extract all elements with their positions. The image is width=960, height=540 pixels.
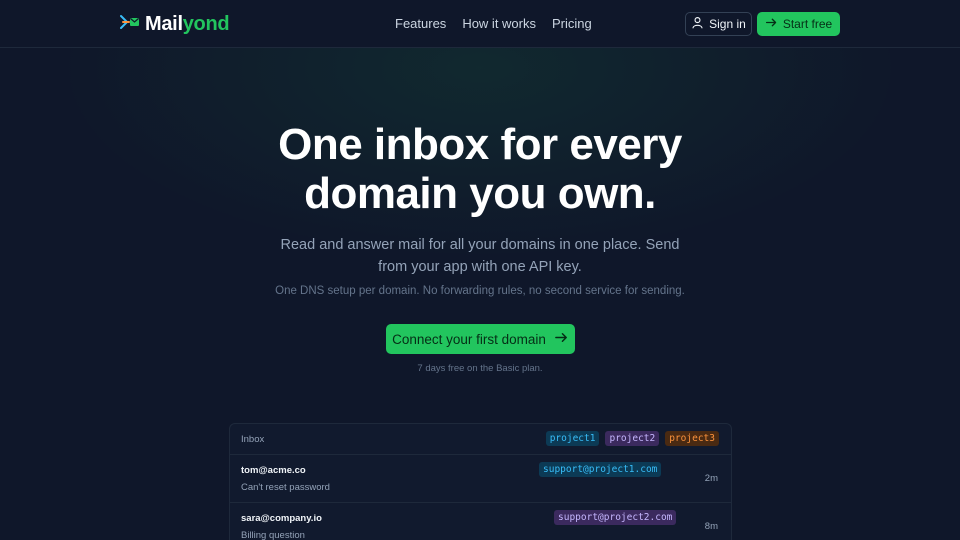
brand-name-part2: yond — [182, 12, 230, 35]
nav-link-how-it-works[interactable]: How it works — [462, 16, 536, 31]
project-tag[interactable]: project1 — [545, 431, 600, 446]
connect-domain-label: Connect your first domain — [392, 331, 546, 347]
message-recipient-badge: support@project2.com — [554, 510, 677, 525]
message-row[interactable]: sara@company.io support@project2.com Bil… — [230, 503, 731, 540]
sign-in-button[interactable]: Sign in — [685, 12, 752, 36]
brand-name-part1: Mail — [145, 12, 183, 35]
top-nav: Mailyond Features How it works Pricing S… — [0, 0, 960, 48]
message-subject: Can't reset password — [241, 482, 330, 493]
connect-domain-button[interactable]: Connect your first domain — [386, 324, 575, 354]
message-subject: Billing question — [241, 530, 305, 540]
logo-icon — [120, 12, 140, 37]
nav-links: Features How it works Pricing — [395, 16, 592, 31]
message-sender: tom@acme.co — [241, 465, 306, 476]
project-tags: project1 project2 project3 — [545, 431, 719, 446]
message-time: 2m — [704, 473, 718, 484]
hero-title-line1: One inbox for every — [278, 120, 682, 169]
trial-note: 7 days free on the Basic plan. — [417, 363, 543, 374]
nav-link-pricing[interactable]: Pricing — [552, 16, 592, 31]
hero-note: One DNS setup per domain. No forwarding … — [275, 285, 685, 297]
project-tag[interactable]: project2 — [605, 431, 660, 446]
message-recipient-badge: support@project1.com — [539, 462, 662, 477]
brand-logo[interactable]: Mailyond — [120, 12, 230, 37]
message-row[interactable]: tom@acme.co support@project1.com Can't r… — [230, 455, 731, 503]
user-icon — [691, 16, 704, 32]
nav-link-features[interactable]: Features — [395, 16, 446, 31]
brand-name: Mailyond — [145, 12, 230, 36]
hero-subtitle: Read and answer mail for all your domain… — [280, 237, 680, 275]
message-sender: sara@company.io — [241, 513, 322, 524]
start-free-label: Start free — [782, 17, 833, 31]
hero-title: One inbox for every domain you own. — [0, 120, 960, 218]
message-time: 8m — [704, 521, 718, 532]
sign-in-label: Sign in — [709, 17, 746, 31]
inbox-header: Inbox project1 project2 project3 — [230, 424, 731, 455]
inbox-preview: Inbox project1 project2 project3 tom@acm… — [229, 423, 732, 540]
inbox-title: Inbox — [241, 434, 265, 445]
arrow-right-icon — [554, 330, 569, 348]
hero-title-line2: domain you own. — [304, 169, 656, 218]
project-tag[interactable]: project3 — [665, 431, 719, 446]
start-free-button[interactable]: Start free — [757, 12, 840, 36]
arrow-right-icon — [765, 16, 778, 32]
